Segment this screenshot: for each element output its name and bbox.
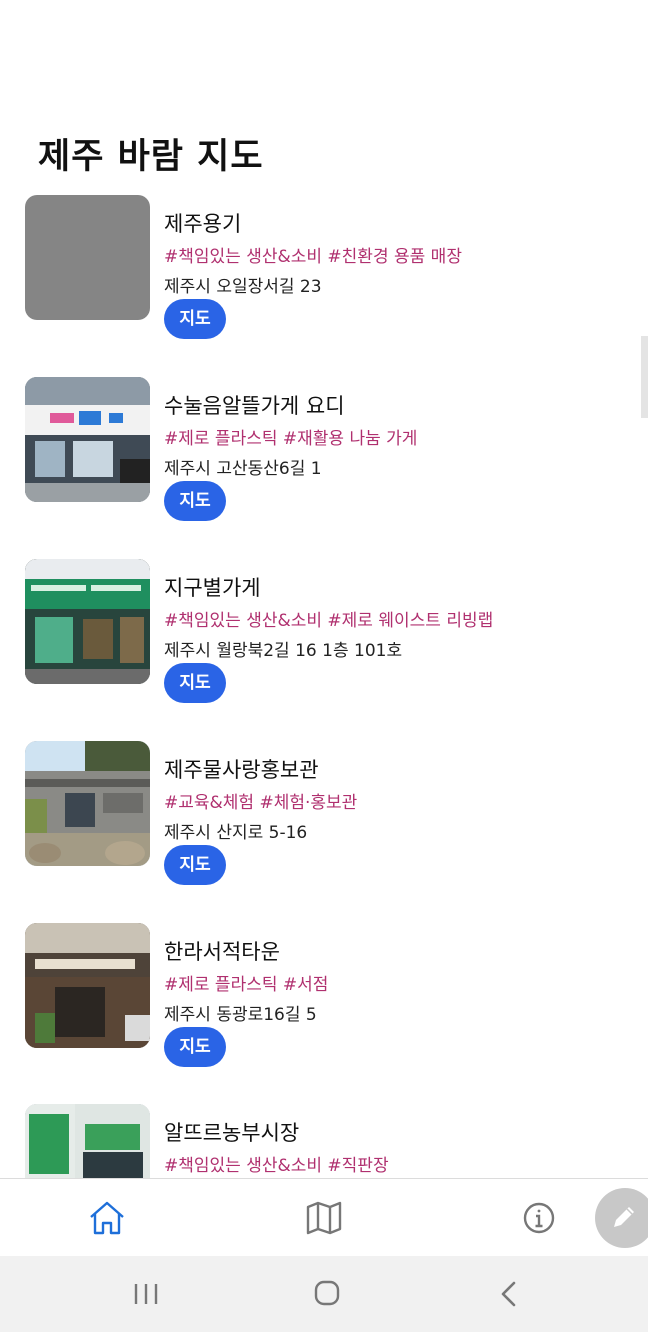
place-name[interactable]: 지구별가게 bbox=[164, 572, 261, 602]
place-address: 제주시 산지로 5-16 bbox=[164, 823, 308, 843]
place-thumbnail[interactable] bbox=[25, 923, 150, 1048]
place-name[interactable]: 수눌음알뜰가게 요디 bbox=[164, 390, 345, 420]
list-item[interactable]: 한라서적타운 #제로 플라스틱 #서점 제주시 동광로16길 5 지도 bbox=[0, 923, 648, 1105]
back-icon[interactable] bbox=[490, 1278, 526, 1310]
list-item[interactable]: 수눌음알뜰가게 요디 #제로 플라스틱 #재활용 나눔 가게 제주시 고산동산6… bbox=[0, 377, 648, 559]
recent-apps-icon[interactable] bbox=[128, 1278, 164, 1310]
map-button[interactable]: 지도 bbox=[164, 1027, 226, 1067]
place-address: 제주시 월랑북2길 16 1층 101호 bbox=[164, 641, 403, 661]
list-item[interactable]: 제주용기 #책임있는 생산&소비 #친환경 용품 매장 제주시 오일장서길 23… bbox=[0, 195, 648, 377]
place-list[interactable]: 제주용기 #책임있는 생산&소비 #친환경 용품 매장 제주시 오일장서길 23… bbox=[0, 0, 648, 1178]
place-thumbnail[interactable] bbox=[25, 1104, 150, 1178]
place-address: 제주시 동광로16길 5 bbox=[164, 1005, 317, 1025]
place-name[interactable]: 알뜨르농부시장 bbox=[164, 1117, 299, 1147]
place-tags: #제로 플라스틱 #서점 bbox=[164, 975, 329, 995]
edit-fab[interactable] bbox=[595, 1188, 648, 1248]
place-name[interactable]: 제주물사랑홍보관 bbox=[164, 754, 319, 784]
home-icon[interactable] bbox=[87, 1198, 127, 1238]
info-icon[interactable] bbox=[519, 1198, 559, 1238]
place-tags: #책임있는 생산&소비 #직판장 bbox=[164, 1156, 389, 1176]
bottom-navigation bbox=[0, 1178, 648, 1257]
list-item[interactable]: 제주물사랑홍보관 #교육&체험 #체험·홍보관 제주시 산지로 5-16 지도 bbox=[0, 741, 648, 923]
map-button[interactable]: 지도 bbox=[164, 663, 226, 703]
place-tags: #책임있는 생산&소비 #친환경 용품 매장 bbox=[164, 247, 462, 267]
scrollbar-thumb[interactable] bbox=[641, 336, 648, 418]
home-circle-icon[interactable] bbox=[309, 1278, 345, 1310]
place-address: 제주시 오일장서길 23 bbox=[164, 277, 322, 297]
place-address: 제주시 고산동산6길 1 bbox=[164, 459, 322, 479]
place-thumbnail[interactable] bbox=[25, 559, 150, 684]
place-tags: #제로 플라스틱 #재활용 나눔 가게 bbox=[164, 429, 418, 449]
place-thumbnail[interactable] bbox=[25, 741, 150, 866]
map-button[interactable]: 지도 bbox=[164, 299, 226, 339]
list-item[interactable]: 지구별가게 #책임있는 생산&소비 #제로 웨이스트 리빙랩 제주시 월랑북2길… bbox=[0, 559, 648, 741]
place-thumbnail[interactable] bbox=[25, 195, 150, 320]
map-icon[interactable] bbox=[304, 1198, 344, 1238]
place-thumbnail[interactable] bbox=[25, 377, 150, 502]
place-name[interactable]: 한라서적타운 bbox=[164, 936, 280, 966]
map-button[interactable]: 지도 bbox=[164, 845, 226, 885]
map-button[interactable]: 지도 bbox=[164, 481, 226, 521]
place-name[interactable]: 제주용기 bbox=[164, 208, 241, 238]
pencil-icon bbox=[614, 1207, 634, 1227]
system-navigation-bar bbox=[0, 1256, 648, 1332]
place-tags: #교육&체험 #체험·홍보관 bbox=[164, 793, 358, 813]
list-item[interactable]: 알뜨르농부시장 #책임있는 생산&소비 #직판장 bbox=[0, 1104, 648, 1178]
place-tags: #책임있는 생산&소비 #제로 웨이스트 리빙랩 bbox=[164, 611, 494, 631]
